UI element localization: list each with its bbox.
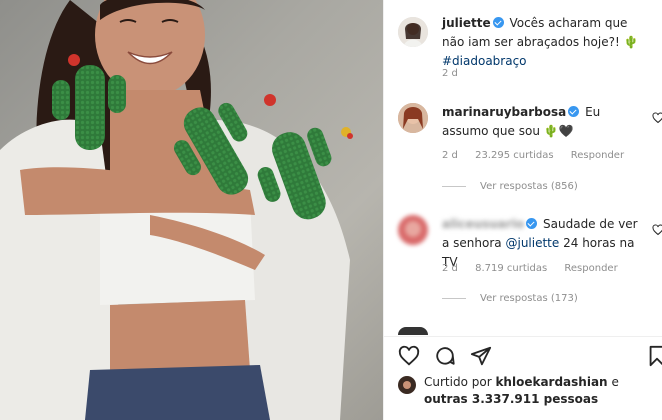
comment-likes[interactable]: 23.295 curtidas <box>475 150 554 161</box>
comment-like-heart-icon[interactable] <box>652 112 662 124</box>
liker-avatar[interactable] <box>398 376 416 394</box>
instagram-post: juliette Vocês acharam que não iam ser a… <box>0 0 662 420</box>
comment-avatar[interactable] <box>398 215 428 245</box>
replies-divider <box>442 186 466 187</box>
comments-panel: juliette Vocês acharam que não iam ser a… <box>383 0 662 420</box>
comment-username[interactable]: marinaruybarbosa <box>442 105 566 119</box>
author-username[interactable]: juliette <box>442 16 491 30</box>
verified-icon <box>526 218 538 229</box>
comment-time: 2 d <box>442 263 458 274</box>
comment-1: marinaruybarbosa Eu assumo que sou 🌵🖤 <box>442 103 642 141</box>
verified-icon <box>492 17 504 28</box>
photo-illustration <box>0 0 353 420</box>
post-photo[interactable] <box>0 0 383 420</box>
liked-by-others[interactable]: outras 3.337.911 pessoas <box>424 392 598 406</box>
action-bar <box>398 345 492 367</box>
mention-link[interactable]: @juliette <box>505 236 559 250</box>
view-replies[interactable]: Ver respostas (856) <box>442 181 578 192</box>
verified-icon <box>568 106 580 117</box>
view-replies[interactable]: Ver respostas (173) <box>442 293 578 304</box>
caption-time: 2 d <box>442 68 458 79</box>
comment-like-heart-icon[interactable] <box>652 224 662 236</box>
comment-avatar[interactable] <box>398 103 428 133</box>
reply-button[interactable]: Responder <box>571 150 624 161</box>
comment-username[interactable]: aliceusuario <box>442 217 524 231</box>
comment-icon[interactable] <box>434 345 456 367</box>
bookmark-icon[interactable] <box>646 345 662 367</box>
liker-username[interactable]: khloekardashian <box>495 375 607 389</box>
liked-by-prefix: Curtido por <box>424 375 492 389</box>
comment-likes[interactable]: 8.719 curtidas <box>475 263 547 274</box>
view-replies-label[interactable]: Ver respostas (173) <box>480 293 578 304</box>
comment-time: 2 d <box>442 150 458 161</box>
comment-meta: 2 d 8.719 curtidas Responder <box>442 263 632 274</box>
comment-avatar-partial <box>398 327 428 335</box>
replies-divider <box>442 298 466 299</box>
liked-by: Curtido por khloekardashian e outras 3.3… <box>398 374 619 408</box>
caption-emoji: 🌵 <box>623 35 639 49</box>
share-icon[interactable] <box>470 345 492 367</box>
view-replies-label[interactable]: Ver respostas (856) <box>480 181 578 192</box>
post-caption: juliette Vocês acharam que não iam ser a… <box>442 14 652 71</box>
comment-emoji: 🌵🖤 <box>543 124 574 138</box>
author-avatar[interactable] <box>398 17 428 47</box>
liked-by-connector: e <box>611 375 619 389</box>
comment-meta: 2 d 23.295 curtidas Responder <box>442 150 638 161</box>
reply-button[interactable]: Responder <box>564 263 617 274</box>
hashtag-link[interactable]: #diadoabraço <box>442 54 527 68</box>
heart-icon[interactable] <box>398 345 420 367</box>
section-divider <box>384 336 662 337</box>
